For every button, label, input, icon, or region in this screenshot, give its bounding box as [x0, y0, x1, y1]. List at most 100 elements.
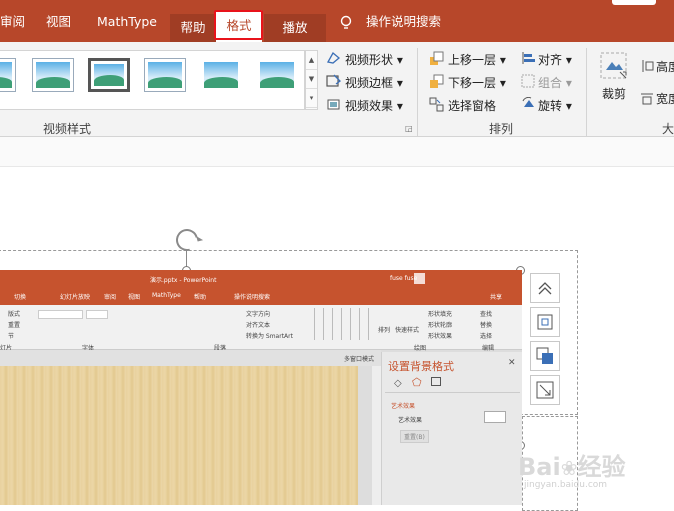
video-shape-icon — [326, 51, 341, 65]
video-style-thumb[interactable] — [0, 58, 16, 92]
scroll-down-icon[interactable]: ▼ — [306, 70, 317, 89]
inner-label: 排列 — [378, 327, 391, 334]
align-label: 对齐 — [538, 53, 563, 67]
video-style-thumb[interactable] — [144, 58, 186, 92]
inner-group-editing: 编辑 — [482, 345, 495, 352]
inner-window-title: 演示.pptx - PowerPoint — [150, 277, 217, 284]
pane-title: 设置背景格式 — [388, 360, 454, 373]
inner-label: 重置 — [8, 322, 21, 329]
lightbulb-icon[interactable] — [339, 15, 353, 29]
video-effects-icon — [326, 97, 340, 111]
video-style-thumb[interactable] — [256, 58, 298, 92]
align-button[interactable]: 对齐 ▾ — [538, 51, 572, 68]
collapse-up-icon[interactable] — [530, 273, 560, 303]
inner-group-drawing: 绘图 — [414, 345, 427, 352]
tab-help[interactable]: 帮助 — [170, 14, 216, 42]
inner-tab: 幻灯片放映 — [60, 294, 91, 301]
group-separator — [586, 48, 587, 136]
inner-tab: 切换 — [14, 294, 27, 301]
inner-label: 文字方向 — [246, 311, 271, 318]
group-label: 组合 — [538, 76, 563, 90]
selection-pane-icon — [429, 97, 444, 112]
watermark-brand: Bai — [518, 453, 561, 481]
inner-shapes-gallery — [306, 308, 371, 340]
inner-avatar-icon — [414, 273, 425, 284]
height-field[interactable]: 高度 — [656, 58, 674, 75]
crop-button[interactable]: 裁剪 — [602, 85, 626, 102]
video-style-thumb[interactable] — [88, 58, 130, 92]
tell-me-search[interactable]: 操作说明搜索 — [366, 11, 441, 33]
inner-share: 共享 — [490, 294, 503, 301]
inner-scrollbar — [372, 366, 381, 505]
video-shape-button[interactable]: 视频形状 ▾ — [345, 51, 403, 68]
bring-forward-label: 上移一层 — [448, 53, 497, 67]
format-tab-highlight-box — [214, 10, 263, 40]
inner-label: 版式 — [8, 311, 21, 318]
inner-label: 节 — [8, 333, 15, 340]
inner-label: 对齐文本 — [246, 322, 271, 329]
rotate-button[interactable]: 旋转 ▾ — [538, 97, 572, 114]
send-backward-button[interactable]: 下移一层 ▾ — [448, 74, 506, 91]
video-effects-label: 视频效果 — [345, 99, 394, 113]
pane-divider — [385, 392, 520, 393]
inner-title-bar — [0, 270, 522, 288]
width-field[interactable]: 宽度 — [656, 90, 674, 107]
tab-playback[interactable]: 播放 — [264, 14, 326, 42]
tab-view[interactable]: 视图 — [46, 11, 71, 33]
send-backward-label: 下移一层 — [448, 76, 497, 90]
inner-tab: 帮助 — [194, 294, 207, 301]
baidu-watermark-logo: Bai❀经验 — [518, 447, 625, 482]
layout-options-icon[interactable] — [530, 307, 560, 337]
group-button[interactable]: 组合 ▾ — [538, 74, 572, 91]
window-control-edge — [612, 0, 656, 5]
group-separator — [417, 48, 418, 136]
scroll-up-icon[interactable]: ▲ — [306, 51, 317, 70]
inner-wood-slide — [0, 366, 358, 505]
group-icon — [521, 74, 535, 88]
pane-field-label: 艺术效果 — [398, 417, 423, 424]
watermark-brand2: 经验 — [577, 453, 626, 481]
crop-tool-icon[interactable] — [530, 375, 560, 405]
more-icon[interactable]: ▾ — [306, 89, 317, 108]
fill-icon: ◇ — [394, 378, 402, 389]
bring-forward-button[interactable]: 上移一层 ▾ — [448, 51, 506, 68]
video-effects-button[interactable]: 视频效果 ▾ — [345, 97, 403, 114]
rotate-icon — [521, 96, 535, 111]
effects-icon: ⬠ — [412, 376, 422, 389]
inner-label: 查找 — [480, 311, 493, 318]
tab-review[interactable]: 审阅 — [0, 11, 25, 33]
inner-label: 替换 — [480, 322, 493, 329]
inner-label: 多窗口模式 — [344, 356, 375, 363]
selection-pane-button[interactable]: 选择窗格 — [448, 97, 496, 114]
video-border-button[interactable]: 视频边框 ▾ — [345, 74, 403, 91]
align-icon — [521, 51, 535, 65]
picture-icon — [431, 377, 441, 386]
video-style-thumb[interactable] — [32, 58, 74, 92]
watermark-url: jingyan.baidu.com — [524, 480, 608, 490]
paw-icon: ❀ — [560, 456, 578, 480]
height-icon — [640, 59, 654, 73]
inner-label: 形状填充 — [428, 311, 453, 318]
group-label-size: 大 — [662, 122, 674, 136]
tab-mathtype[interactable]: MathType — [97, 11, 157, 33]
rotate-label: 旋转 — [538, 99, 563, 113]
video-shape-label: 视频形状 — [345, 53, 394, 67]
inner-tab: 审阅 — [104, 294, 117, 301]
crop-icon — [600, 52, 628, 80]
canvas-top-strip — [0, 137, 674, 167]
inner-label: 选择 — [480, 333, 493, 340]
inner-tab: 视图 — [128, 294, 141, 301]
inner-tab: 操作说明搜索 — [234, 294, 271, 301]
group-label-video-styles: 视频样式 — [43, 122, 92, 136]
gallery-scroll[interactable]: ▲ ▼ ▾ — [305, 50, 318, 110]
format-background-pane — [381, 352, 522, 505]
pane-close-icon: ✕ — [508, 358, 516, 368]
inner-label: 转换为 SmartArt — [246, 333, 293, 340]
pane-section-heading: 艺术效果 — [391, 403, 416, 410]
video-style-thumb[interactable] — [200, 58, 242, 92]
inner-size-box — [86, 310, 108, 319]
inner-tab: MathType — [152, 292, 181, 299]
style-icon[interactable] — [530, 341, 560, 371]
video-border-icon — [326, 74, 341, 88]
send-backward-icon — [429, 74, 444, 88]
